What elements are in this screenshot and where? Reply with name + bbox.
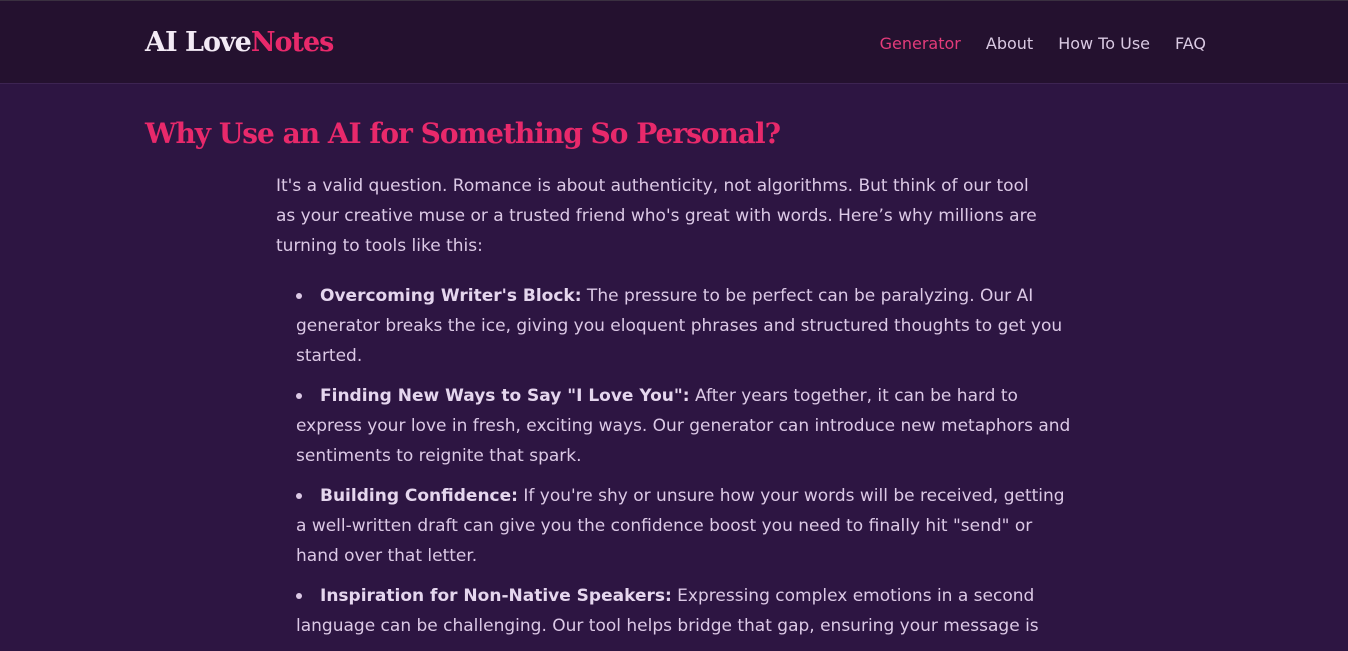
list-item-term: Overcoming Writer's Block: (320, 286, 582, 306)
nav-link-how-to-use[interactable]: How To Use (1058, 34, 1150, 53)
nav-link-generator[interactable]: Generator (880, 34, 961, 53)
main-nav: Generator About How To Use FAQ (880, 34, 1206, 53)
benefits-list: Overcoming Writer's Block: The pressure … (276, 281, 1076, 641)
nav-link-about[interactable]: About (986, 34, 1033, 53)
nav-link-faq[interactable]: FAQ (1175, 34, 1206, 53)
list-item: Inspiration for Non-Native Speakers: Exp… (296, 581, 1076, 641)
list-item: Overcoming Writer's Block: The pressure … (296, 281, 1076, 371)
list-item: Building Confidence: If you're shy or un… (296, 481, 1076, 571)
list-item-term: Inspiration for Non-Native Speakers: (320, 586, 672, 606)
list-item: Finding New Ways to Say "I Love You": Af… (296, 381, 1076, 471)
logo-accent-text: Notes (250, 27, 335, 58)
intro-paragraph: It's a valid question. Romance is about … (276, 176, 1037, 256)
list-item-term: Finding New Ways to Say "I Love You": (320, 386, 690, 406)
list-item-term: Building Confidence: (320, 486, 518, 506)
section-content: It's a valid question. Romance is about … (276, 171, 1076, 651)
logo-main-text: AI Love (145, 27, 252, 58)
site-logo[interactable]: AI LoveNotes (145, 27, 335, 58)
section-title: Why Use an AI for Something So Personal? (145, 117, 781, 150)
site-header: AI LoveNotes Generator About How To Use … (0, 0, 1348, 84)
